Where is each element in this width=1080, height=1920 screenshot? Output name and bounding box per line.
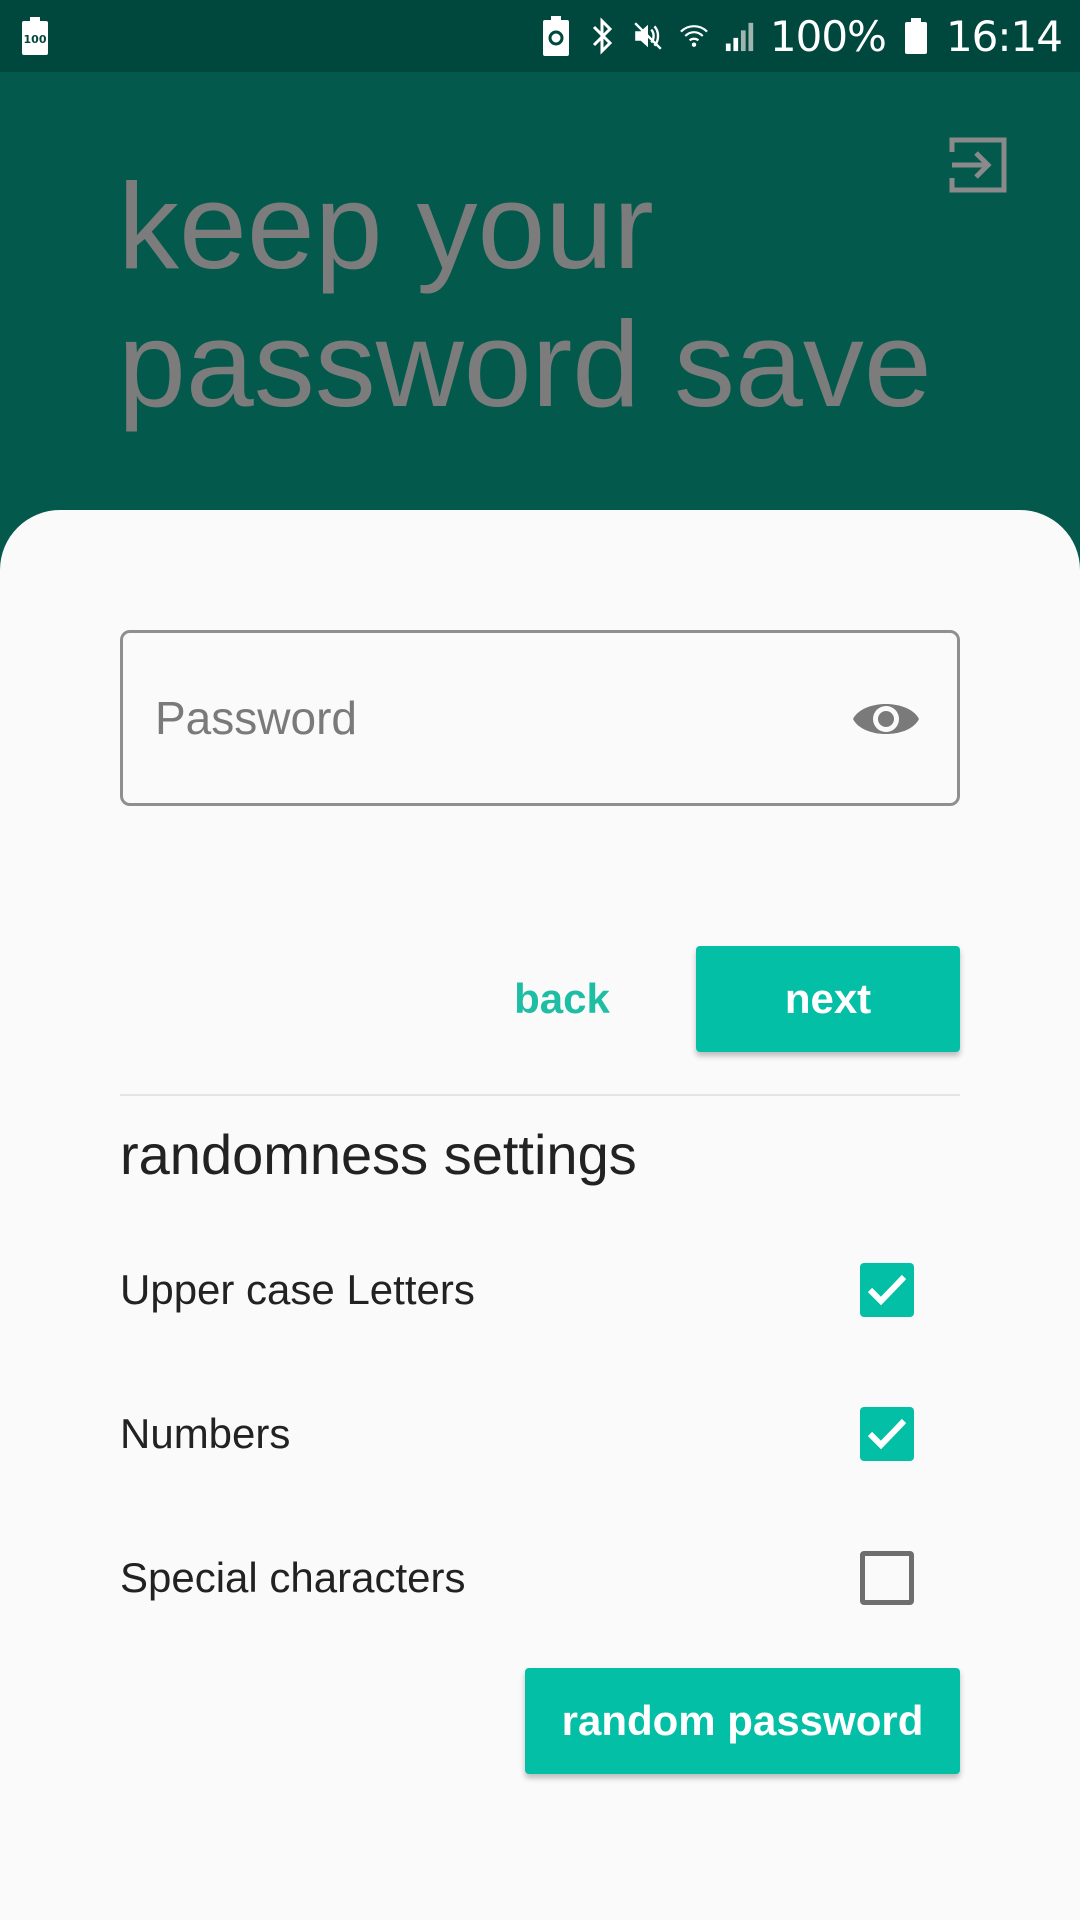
back-button[interactable]: back: [490, 946, 634, 1052]
check-icon: [867, 1418, 907, 1450]
special-characters-checkbox[interactable]: [860, 1551, 914, 1605]
upper-case-checkbox[interactable]: [860, 1263, 914, 1317]
bluetooth-icon: [586, 16, 618, 56]
option-label: Numbers: [120, 1410, 291, 1457]
randomness-settings-title: randomness settings: [120, 1123, 637, 1186]
mute-icon: [632, 16, 664, 56]
option-upper-case: Upper case Letters: [120, 1245, 960, 1335]
option-special-characters: Special characters: [120, 1533, 960, 1623]
random-password-button[interactable]: random password: [525, 1668, 960, 1774]
status-bar: 100 100% 16:14: [0, 0, 1080, 72]
battery-icon: [900, 16, 932, 56]
numbers-checkbox[interactable]: [860, 1407, 914, 1461]
check-icon: [867, 1274, 907, 1306]
next-button[interactable]: next: [696, 946, 960, 1052]
status-icons: 100% 16:14: [540, 0, 1063, 72]
option-label: Upper case Letters: [120, 1266, 475, 1313]
password-field[interactable]: [120, 630, 960, 806]
logout-icon[interactable]: [948, 134, 1010, 196]
wifi-icon: [678, 16, 710, 56]
signal-icon: [724, 16, 756, 56]
eye-icon[interactable]: [851, 691, 921, 747]
battery-saver-label: 100: [24, 33, 47, 46]
battery-percent: 100%: [769, 11, 887, 61]
battery-saver-icon: 100: [22, 17, 48, 55]
clock: 16:14: [945, 11, 1063, 61]
page-title: keep your password save: [118, 158, 932, 432]
recycle-battery-icon: [540, 16, 572, 56]
option-numbers: Numbers: [120, 1389, 960, 1479]
password-input[interactable]: [155, 673, 835, 763]
divider: [120, 1094, 960, 1096]
option-label: Special characters: [120, 1554, 466, 1601]
header: keep your password save: [0, 72, 1080, 572]
